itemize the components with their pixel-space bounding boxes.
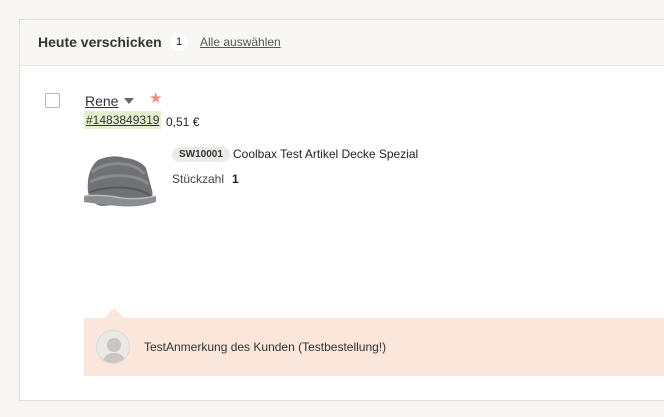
count-badge: 1 <box>170 33 188 51</box>
note-pointer <box>104 308 124 318</box>
note-text: TestAnmerkung des Kunden (Testbestellung… <box>144 340 387 354</box>
ship-today-panel: Heute verschicken 1 Alle auswählen Rene … <box>19 19 664 401</box>
star-icon[interactable]: ★ <box>149 90 162 108</box>
sku-badge: SW10001 <box>172 147 230 162</box>
select-all-link[interactable]: Alle auswählen <box>200 35 281 49</box>
user-avatar-icon <box>96 330 130 364</box>
section-title: Heute verschicken <box>38 34 162 50</box>
quantity-value: 1 <box>232 172 239 186</box>
customer-name-link[interactable]: Rene <box>85 93 118 109</box>
product-name: Coolbax Test Artikel Decke Spezial <box>233 147 419 161</box>
order-price: 0,51 € <box>166 115 200 129</box>
product-image <box>83 156 157 207</box>
customer-note: TestAnmerkung des Kunden (Testbestellung… <box>84 318 664 376</box>
order-number-link[interactable]: #1483849319 <box>84 111 162 129</box>
caret-down-icon[interactable] <box>124 98 134 104</box>
order-checkbox[interactable] <box>45 93 60 108</box>
quantity-label: Stückzahl <box>172 172 225 186</box>
panel-header: Heute verschicken 1 Alle auswählen <box>20 20 664 66</box>
